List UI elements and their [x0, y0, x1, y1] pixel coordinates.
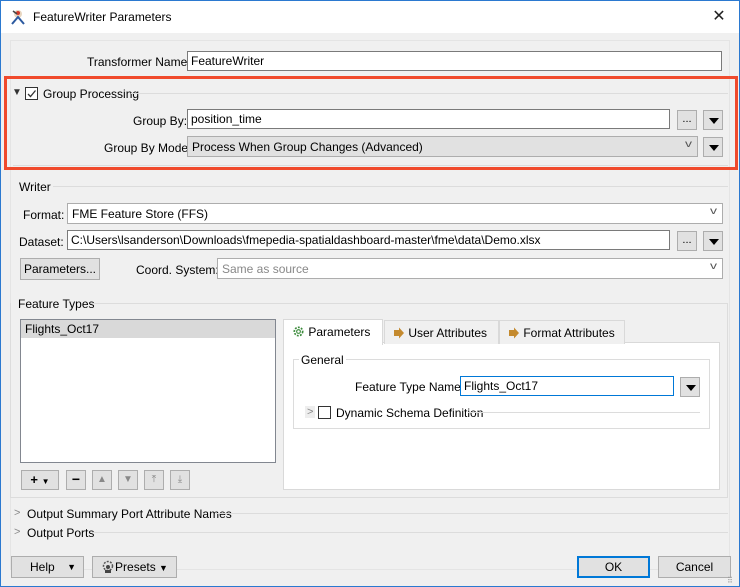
group-processing-divider	[131, 93, 728, 94]
move-top-icon: ⤒	[151, 474, 157, 485]
presets-gear-icon	[102, 560, 114, 573]
chevron-down-icon: v	[685, 139, 692, 150]
arrow-icon	[509, 327, 519, 339]
feature-types-list[interactable]: Flights_Oct17	[20, 319, 276, 463]
group-by-mode-label: Group By Mode:	[104, 141, 192, 155]
output-summary-section-label[interactable]: Output Summary Port Attribute Names	[27, 507, 232, 521]
feature-type-name-label: Feature Type Name:	[355, 380, 465, 394]
group-by-label: Group By:	[133, 114, 188, 128]
move-down-button[interactable]: ▼	[118, 470, 138, 490]
format-label: Format:	[23, 208, 65, 222]
dropdown-arrow-icon: ▼	[159, 563, 168, 573]
format-value: FME Feature Store (FFS)	[72, 207, 209, 221]
format-select[interactable]: FME Feature Store (FFS) v	[67, 203, 723, 224]
dynamic-schema-checkbox[interactable]	[318, 406, 331, 419]
arrow-icon	[394, 327, 404, 339]
group-by-mode-select[interactable]: Process When Group Changes (Advanced) v	[187, 136, 698, 157]
dynamic-schema-expand-icon[interactable]: >	[305, 406, 316, 418]
dataset-label: Dataset:	[19, 235, 64, 249]
tab-user-attributes-label: User Attributes	[408, 326, 488, 340]
group-processing-label: Group Processing	[43, 87, 140, 101]
move-up-icon: ▲	[97, 474, 107, 485]
chevron-down-icon: v	[710, 206, 717, 217]
gear-icon	[293, 326, 304, 337]
dialog-window: FeatureWriter Parameters ✕ Transformer N…	[0, 0, 740, 587]
plus-icon: +	[30, 472, 39, 487]
move-bottom-button[interactable]: ⤓	[170, 470, 190, 490]
fme-app-icon	[11, 10, 25, 25]
move-up-button[interactable]: ▲	[92, 470, 112, 490]
writer-divider	[53, 186, 728, 187]
group-processing-checkbox[interactable]	[25, 87, 38, 100]
window-title: FeatureWriter Parameters	[33, 10, 172, 24]
ok-button[interactable]: OK	[577, 556, 650, 578]
group-by-mode-menu-button[interactable]	[703, 137, 723, 157]
coord-system-label: Coord. System:	[136, 263, 219, 277]
dropdown-arrow-icon: ▼	[41, 477, 50, 486]
output-ports-expand-icon[interactable]: >	[14, 526, 20, 538]
writer-section-label: Writer	[19, 180, 51, 194]
presets-label: Presets	[115, 560, 156, 574]
writer-parameters-button[interactable]: Parameters...	[20, 258, 100, 280]
dynamic-schema-label: Dynamic Schema Definition	[336, 406, 484, 420]
group-processing-bottom-divider	[13, 165, 728, 166]
remove-feature-type-button[interactable]: −	[66, 470, 86, 490]
dataset-menu-button[interactable]	[703, 231, 723, 251]
general-label: General	[299, 353, 346, 367]
coord-system-select[interactable]: Same as source v	[217, 258, 723, 279]
output-ports-section-label[interactable]: Output Ports	[27, 526, 94, 540]
dataset-input[interactable]: C:\Users\lsanderson\Downloads\fmepedia-s…	[67, 230, 670, 250]
close-icon: ✕	[712, 8, 726, 25]
tab-user-attributes[interactable]: User Attributes	[384, 320, 499, 344]
transformer-name-label: Transformer Name:	[87, 55, 191, 69]
coord-system-placeholder: Same as source	[222, 262, 309, 276]
chevron-down-icon: v	[710, 261, 717, 272]
dataset-browse-button[interactable]: ...	[677, 231, 697, 251]
dropdown-arrow-icon: ▼	[67, 562, 76, 572]
cancel-button[interactable]: Cancel	[658, 556, 731, 578]
dynamic-schema-divider	[468, 412, 700, 413]
add-feature-type-button[interactable]: + ▼	[21, 470, 59, 490]
tab-parameters-label: Parameters	[308, 325, 371, 339]
tab-format-attributes[interactable]: Format Attributes	[499, 320, 625, 344]
feature-type-item[interactable]: Flights_Oct17	[21, 320, 275, 338]
output-summary-expand-icon[interactable]: >	[14, 507, 20, 519]
group-by-mode-value: Process When Group Changes (Advanced)	[192, 140, 423, 154]
move-top-button[interactable]: ⤒	[144, 470, 164, 490]
group-by-browse-button[interactable]: ...	[677, 110, 697, 130]
feature-type-name-input[interactable]: Flights_Oct17	[460, 376, 674, 396]
output-summary-divider	[216, 513, 728, 514]
minus-icon: −	[71, 471, 81, 487]
help-label: Help	[30, 560, 55, 574]
move-bottom-icon: ⤓	[177, 474, 183, 485]
move-down-icon: ▼	[123, 474, 133, 485]
feature-type-name-menu-button[interactable]	[680, 377, 700, 397]
group-by-menu-button[interactable]	[703, 110, 723, 130]
group-by-input[interactable]: position_time	[187, 109, 670, 129]
tab-parameters[interactable]: Parameters	[283, 319, 383, 345]
output-ports-divider	[92, 532, 728, 533]
checkmark-icon	[27, 90, 36, 98]
presets-button[interactable]: Presets ▼	[92, 556, 177, 578]
tab-format-attributes-label: Format Attributes	[523, 326, 615, 340]
help-button[interactable]: Help ▼	[11, 556, 84, 578]
transformer-name-input[interactable]: FeatureWriter	[187, 51, 722, 71]
group-processing-expand-icon[interactable]: ▼	[12, 87, 22, 98]
close-button[interactable]: ✕	[705, 5, 733, 29]
resize-grip-icon[interactable]: ⠿	[727, 576, 733, 585]
title-bar: FeatureWriter Parameters ✕	[1, 1, 739, 33]
